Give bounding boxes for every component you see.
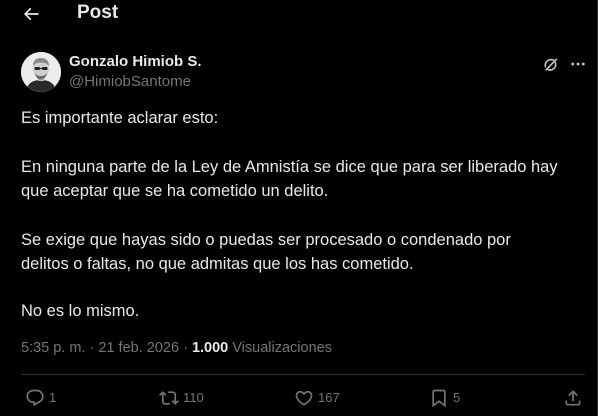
grok-icon: [543, 58, 557, 71]
tweet-meta: 5:35 p. m. · 21 feb. 2026 · 1.000 Visual…: [21, 339, 332, 357]
author-name[interactable]: Gonzalo Himiob S.: [69, 53, 202, 71]
share-icon: [565, 390, 581, 406]
repost-icon: [159, 391, 179, 405]
back-button[interactable]: [18, 2, 44, 26]
arrow-left-icon: [23, 7, 39, 21]
views-count: 1.000: [191, 340, 229, 356]
page-title: Post: [77, 2, 119, 23]
tweet-date[interactable]: 21 feb. 2026: [98, 340, 179, 356]
like-count: 167: [318, 390, 340, 405]
repost-count: 110: [183, 390, 204, 405]
top-bar: Post: [0, 0, 598, 30]
bookmark-count: 5: [453, 390, 461, 405]
reply-count: 1: [49, 390, 57, 405]
more-options-button[interactable]: [567, 54, 589, 74]
repost-button[interactable]: 110: [159, 386, 204, 410]
tweet-line: que aceptar que se ha cometido un delito…: [21, 182, 329, 200]
author-handle[interactable]: @HimiobSantome: [69, 73, 191, 91]
tweet-time[interactable]: 5:35 p. m.: [21, 340, 85, 356]
reply-icon: [26, 389, 44, 407]
tweet-line: delitos o faltas, no que admitas que los…: [21, 255, 414, 273]
avatar-photo: [21, 52, 61, 92]
bookmark-icon: [432, 389, 446, 408]
views-label: Visualizaciones: [232, 340, 332, 356]
more-horizontal-icon: [571, 62, 585, 66]
reply-button[interactable]: 1: [25, 386, 56, 410]
avatar[interactable]: [21, 52, 61, 92]
heart-icon: [295, 390, 313, 406]
tweet-line: En ninguna parte de la Ley de Amnistía s…: [21, 158, 558, 176]
tweet-line: Se exige que hayas sido o puedas ser pro…: [21, 231, 511, 249]
grok-button[interactable]: [540, 54, 560, 74]
share-button[interactable]: [563, 386, 583, 410]
tweet-line: No es lo mismo.: [21, 302, 140, 320]
tweet-line: Es importante aclarar esto:: [21, 109, 219, 127]
meta-separator: ·: [89, 340, 95, 356]
like-button[interactable]: 167: [294, 386, 340, 410]
bookmark-button[interactable]: 5: [429, 386, 460, 410]
divider: [21, 374, 585, 375]
meta-separator: ·: [183, 340, 188, 356]
